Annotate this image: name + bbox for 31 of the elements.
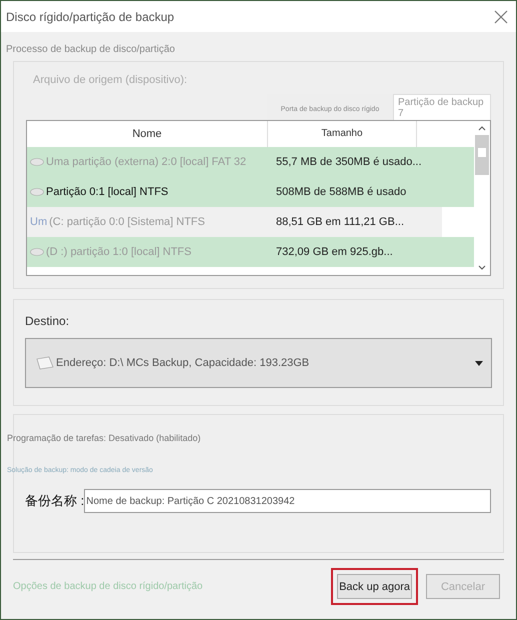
partition-name: (C: partição 0:0 [Sistema] NTFS	[49, 216, 205, 228]
partition-row[interactable]: Uma partição (externa) 2:0 [local] FAT 32 55,7 MB de 350MB é usado...	[27, 147, 474, 177]
disk-icon	[30, 188, 44, 196]
partition-name: Partição 0:1 [local] NTFS	[46, 186, 168, 198]
partition-size: 508MB de 588MB é usado	[275, 186, 406, 198]
destination-dropdown[interactable]: Endereço: D:\ MCs Backup, Capacidade: 193.23GB	[25, 338, 492, 388]
partition-size: 732,09 GB em 925.gb...	[275, 246, 393, 258]
partition-name: (D :) partição 1:0 [local] NTFS	[46, 246, 192, 258]
disk-icon	[30, 158, 44, 166]
window-title: Disco rígido/partição de backup	[6, 10, 174, 24]
partition-size: 88,51 GB em 111,21 GB...	[275, 216, 404, 228]
partition-row[interactable]: Um (C: partição 0:0 [Sistema] NTFS 88,51 GB em 111,21 GB...	[27, 207, 442, 237]
backup-name-field[interactable]: Nome de backup: Partição C 20210831203942	[84, 489, 491, 513]
destination-label: Destino:	[25, 314, 70, 328]
backup-name-label: 备份名称 :	[25, 492, 84, 510]
backup-button[interactable]: Back up agora	[337, 574, 412, 599]
drive-icon	[36, 356, 54, 370]
close-icon[interactable]	[494, 10, 508, 24]
partition-row[interactable]: Partição 0:1 [local] NTFS 508MB de 588MB é usado	[27, 177, 474, 207]
scrollbar-thumb[interactable]	[475, 135, 489, 175]
partition-row[interactable]: (D :) partição 1:0 [local] NTFS 732,09 GB em 925.gb...	[27, 237, 474, 267]
source-label: Arquivo de origem (dispositivo):	[33, 74, 188, 86]
schedule-text: Programação de tarefas: Desativado (habilitado)	[7, 433, 202, 443]
scroll-up-icon[interactable]	[478, 125, 486, 131]
process-label: Processo de backup de disco/partição	[5, 44, 176, 55]
partition-size: 55,7 MB de 350MB é usado...	[275, 156, 422, 168]
caret-icon	[475, 360, 483, 366]
scroll-down-icon[interactable]	[478, 265, 486, 271]
row-prefix: Um	[30, 216, 48, 228]
disk-icon	[30, 248, 44, 256]
partition-name: Uma partição (externa) 2:0 [local] FAT 32	[46, 156, 246, 168]
